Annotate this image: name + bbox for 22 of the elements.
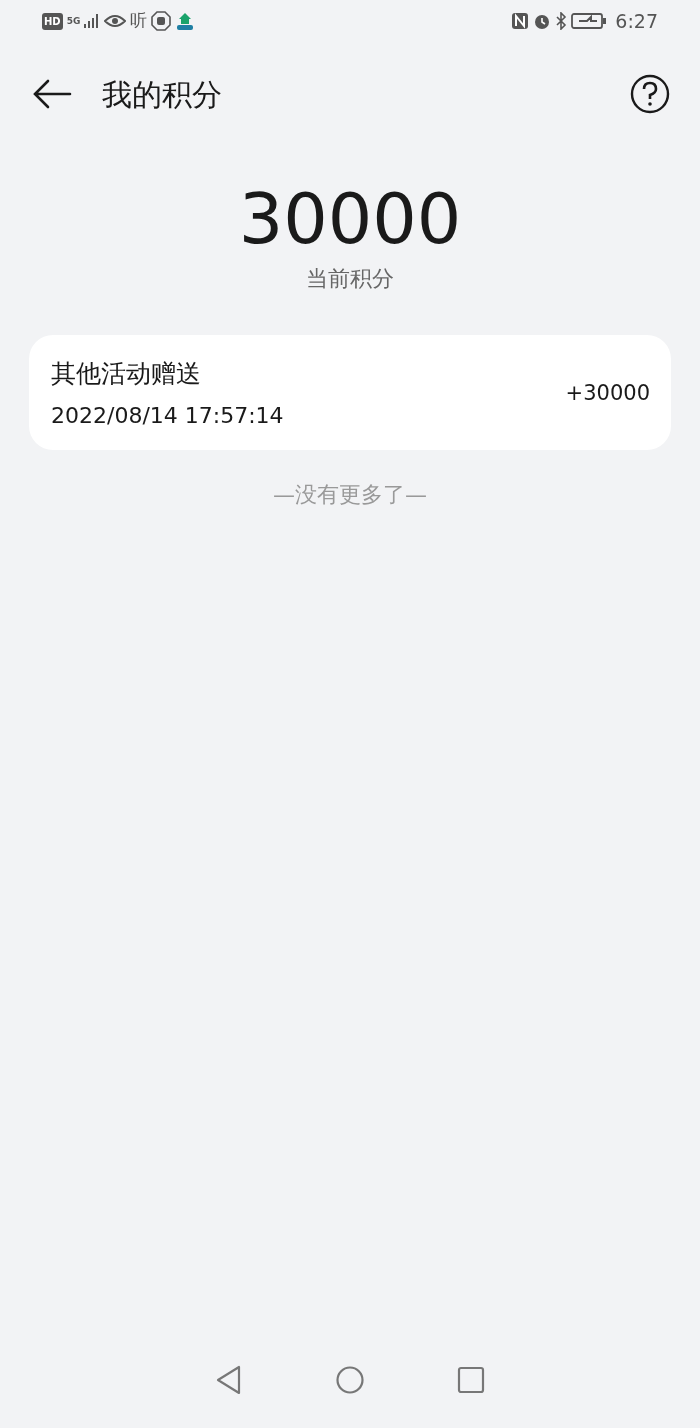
help-button[interactable] xyxy=(630,74,670,114)
status-time: 6:27 xyxy=(615,8,658,34)
back-button[interactable] xyxy=(32,78,72,110)
alarm-icon xyxy=(533,12,552,30)
record-title: 其他活动赠送 xyxy=(51,358,202,390)
home-nav-button[interactable] xyxy=(335,1365,365,1395)
page-title: 我的积分 xyxy=(102,75,222,114)
bluetooth-icon xyxy=(555,12,568,30)
signal-icon xyxy=(84,14,101,28)
record-time: 2022/08/14 17:57:14 xyxy=(51,401,284,430)
hd-indicator: HD xyxy=(42,12,63,30)
back-nav-button[interactable] xyxy=(215,1365,243,1395)
battery-icon xyxy=(571,12,608,30)
listen-indicator: 听 xyxy=(130,9,148,33)
record-amount: +30000 xyxy=(565,379,650,407)
points-value: 30000 xyxy=(237,184,463,254)
nfc-icon xyxy=(511,12,530,30)
end-of-list-note: —没有更多了— xyxy=(272,480,428,509)
recents-nav-button[interactable] xyxy=(457,1366,485,1394)
eye-icon xyxy=(104,13,127,29)
points-label: 当前积分 xyxy=(305,265,395,293)
network-type: 5G xyxy=(66,16,81,26)
